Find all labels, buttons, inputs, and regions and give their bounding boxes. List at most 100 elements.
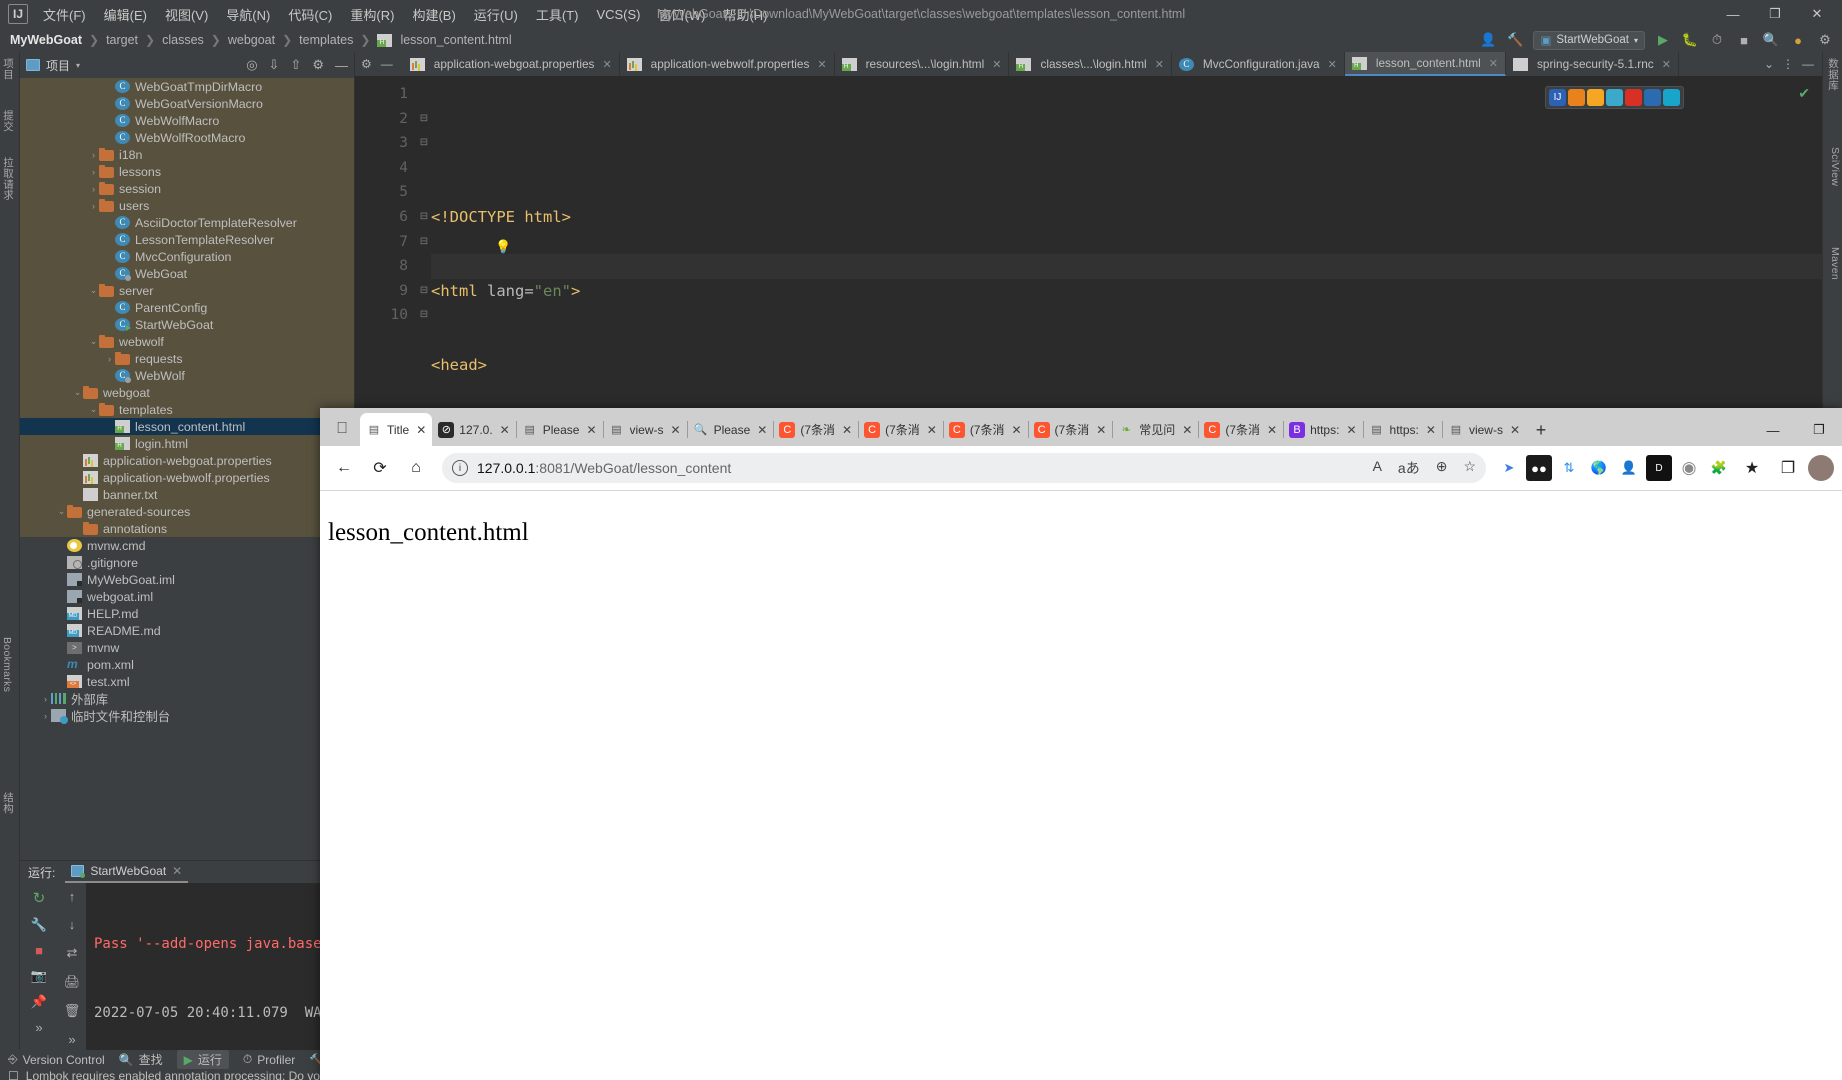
collections-icon[interactable]: ★: [1736, 452, 1768, 484]
opera-icon[interactable]: ◉: [1676, 455, 1702, 481]
collapse-all-icon[interactable]: ⇧: [290, 57, 301, 73]
close-tab-icon[interactable]: ✕: [1510, 423, 1520, 437]
fold-marker[interactable]: ⊟: [417, 230, 431, 255]
tree-item-users[interactable]: › users: [20, 197, 354, 214]
chevron-right-icon[interactable]: ›: [40, 694, 51, 704]
clear-all-icon[interactable]: 🗑: [64, 1003, 81, 1019]
translate-icon[interactable]: aあ: [1398, 458, 1420, 478]
tree-item-mvnw-cmd[interactable]: mvnw.cmd: [20, 537, 354, 554]
close-tab-icon[interactable]: ✕: [1328, 58, 1337, 71]
avatar-ext-icon[interactable]: 👤: [1616, 455, 1642, 481]
locate-icon[interactable]: ◎: [246, 57, 257, 73]
close-tab-icon[interactable]: ✕: [927, 423, 937, 437]
settings-gear-icon[interactable]: ⚙: [1816, 31, 1834, 49]
tree-item-annotations[interactable]: annotations: [20, 520, 354, 537]
menu-item-tools[interactable]: 工具(T): [527, 1, 588, 28]
paint-icon[interactable]: 🌎: [1586, 455, 1612, 481]
menu-item-edit[interactable]: 编辑(E): [95, 1, 156, 28]
tree-item-[interactable]: › 外部库: [20, 690, 354, 707]
debug-icon[interactable]: 🐛: [1681, 31, 1699, 49]
zoom-icon[interactable]: ⊕: [1436, 458, 1448, 478]
chevron-right-icon[interactable]: ›: [40, 711, 51, 721]
chrome-icon[interactable]: [1587, 89, 1604, 106]
chevron-right-icon[interactable]: ›: [104, 354, 115, 364]
run-tab-startwebgoat[interactable]: StartWebGoat ✕: [65, 861, 189, 883]
more-options-icon[interactable]: ⋮: [1782, 57, 1794, 71]
tree-item-banner-txt[interactable]: banner.txt: [20, 486, 354, 503]
chevron-down-icon[interactable]: ⌄: [88, 404, 99, 415]
editor-tab-spring-security-5-1-rnc[interactable]: spring-security-5.1.rnc ✕: [1506, 52, 1679, 76]
status-version-control[interactable]: ⎆ Version Control: [8, 1052, 105, 1067]
pocket-icon[interactable]: ➤: [1496, 455, 1522, 481]
intention-bulb-icon[interactable]: 💡: [495, 236, 511, 261]
profile-avatar[interactable]: [1808, 455, 1834, 481]
breadcrumb-file[interactable]: lesson_content.html: [375, 33, 513, 47]
tree-item-gitignore[interactable]: .gitignore: [20, 554, 354, 571]
fold-marker[interactable]: ⊟: [417, 205, 431, 230]
chevron-down-icon[interactable]: ⌄: [72, 387, 83, 398]
close-button[interactable]: ✕: [1796, 1, 1838, 27]
tree-item-webwolf[interactable]: C WebWolf: [20, 367, 354, 384]
close-tab-icon[interactable]: ✕: [1662, 58, 1671, 71]
hide-panel-icon[interactable]: —: [335, 58, 348, 73]
tree-item-lessons[interactable]: › lessons: [20, 163, 354, 180]
back-button[interactable]: ←: [328, 452, 360, 484]
browser-tab-title[interactable]: ▤ Title ✕: [360, 413, 433, 446]
editor-tab-resources-login-html[interactable]: resources\...\login.html ✕: [835, 52, 1010, 76]
browser-tab-https[interactable]: Bhttps: ✕: [1283, 413, 1362, 446]
close-icon[interactable]: ✕: [172, 864, 182, 878]
opera-icon[interactable]: [1625, 89, 1642, 106]
browser-tab-view-s[interactable]: ▤ view-s ✕: [1441, 413, 1526, 446]
tab-actions-icon[interactable]: ⎕: [324, 412, 360, 446]
tool-tab-maven[interactable]: Maven: [1829, 247, 1841, 280]
rerun-icon[interactable]: ↻: [33, 889, 46, 907]
close-tab-icon[interactable]: ✕: [842, 423, 852, 437]
tree-item-webgoattmpdirmacro[interactable]: C WebGoatTmpDirMacro: [20, 78, 354, 95]
browser-tab-7[interactable]: C (7条消 ✕: [1027, 413, 1113, 446]
explorer-icon[interactable]: [1644, 89, 1661, 106]
tree-item-mvnw[interactable]: > mvnw: [20, 639, 354, 656]
tree-item-help-md[interactable]: HELP.md: [20, 605, 354, 622]
tool-tab-pull-requests[interactable]: 拉取请求: [1, 157, 16, 200]
tool-tab-project[interactable]: 项目: [1, 58, 16, 80]
pin-icon[interactable]: 📌: [31, 994, 47, 1010]
print-icon[interactable]: 🖨: [64, 974, 81, 990]
tree-item-asciidoctortemplateresolver[interactable]: C AsciiDoctorTemplateResolver: [20, 214, 354, 231]
browser-tabs[interactable]: ▤ Title ✕ ⊘ 127.0. ✕ ▤ Please ✕ ▤ view-s ✕ 🔍 Please ✕ C…: [360, 413, 1526, 446]
tab-resize-icon[interactable]: ⇅: [1556, 455, 1582, 481]
tree-item-webgoat[interactable]: ⌄ webgoat: [20, 384, 354, 401]
maximize-button[interactable]: ❐: [1754, 1, 1796, 27]
menu-item-file[interactable]: 文件(F): [34, 1, 95, 28]
account-icon[interactable]: 👤: [1479, 31, 1497, 49]
fold-marker[interactable]: [417, 156, 431, 181]
notifications-icon[interactable]: ●: [1789, 31, 1807, 49]
tree-item-[interactable]: › 临时文件和控制台: [20, 707, 354, 724]
menu-item-help[interactable]: 帮助(H): [714, 1, 776, 28]
browser-maximize-button[interactable]: ❐: [1796, 414, 1842, 446]
fold-marker[interactable]: [417, 180, 431, 205]
close-tab-icon[interactable]: ✕: [1011, 423, 1021, 437]
panel-settings-icon[interactable]: ⚙: [312, 57, 324, 73]
breadcrumb-templates[interactable]: templates: [297, 33, 355, 47]
browser-tab-7[interactable]: C (7条消 ✕: [858, 413, 943, 446]
browser-tab-127-0[interactable]: ⊘ 127.0. ✕: [432, 413, 515, 446]
scroll-down-icon[interactable]: ↓: [69, 917, 76, 932]
read-aloud-icon[interactable]: A: [1373, 458, 1382, 478]
browser-tab-please[interactable]: ▤ Please ✕: [515, 413, 603, 446]
tree-item-mvcconfiguration[interactable]: C MvcConfiguration: [20, 248, 354, 265]
menu-item-code[interactable]: 代码(C): [279, 1, 341, 28]
close-tab-icon[interactable]: ✕: [1267, 423, 1277, 437]
tree-item-templates[interactable]: ⌄ templates: [20, 401, 354, 418]
dark-reader-icon[interactable]: D: [1646, 455, 1672, 481]
close-tab-icon[interactable]: ✕: [586, 423, 596, 437]
tree-item-server[interactable]: ⌄ server: [20, 282, 354, 299]
profile-icon[interactable]: ⏱: [1708, 31, 1726, 49]
camera-icon[interactable]: 📷: [31, 968, 47, 984]
browser-tab-https[interactable]: ▤ https: ✕: [1362, 413, 1442, 446]
tree-item-test-xml[interactable]: test.xml: [20, 673, 354, 690]
stop-icon[interactable]: ■: [1735, 31, 1753, 49]
tree-item-requests[interactable]: › requests: [20, 350, 354, 367]
close-tab-icon[interactable]: ✕: [671, 423, 681, 437]
close-tab-icon[interactable]: ✕: [817, 58, 826, 71]
soft-wrap-icon[interactable]: ⇄: [67, 945, 78, 961]
